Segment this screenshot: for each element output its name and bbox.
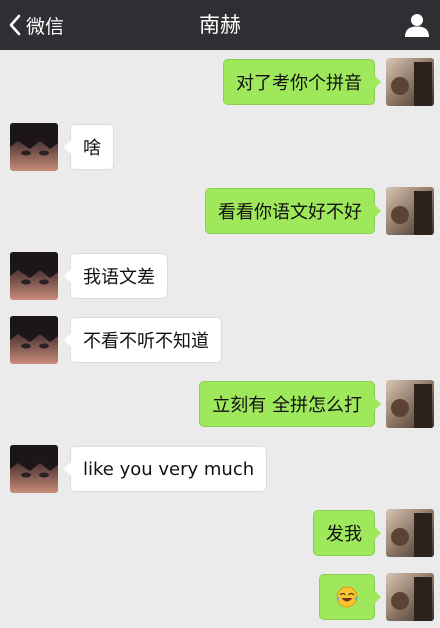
my-avatar[interactable] — [386, 380, 434, 428]
message-bubble[interactable]: 我语文差 — [64, 253, 168, 299]
user-profile-button[interactable] — [404, 12, 430, 38]
message-text: like you very much — [83, 458, 255, 480]
crying-laughing-emoji-icon — [336, 586, 358, 608]
emoji-message-bubble[interactable] — [319, 574, 381, 620]
chevron-left-icon — [9, 14, 21, 36]
message-list[interactable]: 对了考你个拼音 啥 看看你语文好不好 我语文差 不看不听不知道 立刻有 全拼怎么… — [0, 50, 440, 628]
back-button[interactable]: 微信 — [8, 0, 64, 50]
message-text: 对了考你个拼音 — [236, 73, 362, 94]
message-bubble[interactable]: 发我 — [313, 510, 381, 556]
contact-avatar[interactable] — [10, 123, 58, 171]
contact-avatar[interactable] — [10, 316, 58, 364]
contact-avatar[interactable] — [10, 252, 58, 300]
message-text: 啥 — [83, 138, 101, 159]
message-bubble[interactable]: 立刻有 全拼怎么打 — [199, 381, 381, 427]
my-avatar[interactable] — [386, 509, 434, 557]
top-bar: 微信 南赫 — [0, 0, 440, 50]
message-bubble[interactable]: 对了考你个拼音 — [223, 59, 381, 105]
back-label: 微信 — [26, 15, 65, 38]
contact-avatar[interactable] — [10, 445, 58, 493]
message-bubble[interactable]: 看看你语文好不好 — [205, 188, 381, 234]
my-avatar[interactable] — [386, 187, 434, 235]
message-bubble[interactable]: 不看不听不知道 — [64, 317, 222, 363]
message-bubble[interactable]: like you very much — [63, 446, 268, 492]
message-text: 不看不听不知道 — [83, 331, 209, 352]
person-icon — [405, 14, 429, 37]
message-text: 立刻有 全拼怎么打 — [212, 395, 362, 416]
my-avatar[interactable] — [386, 58, 434, 106]
message-text: 发我 — [326, 524, 362, 545]
my-avatar[interactable] — [386, 573, 434, 621]
message-bubble[interactable]: 啥 — [64, 124, 114, 170]
chat-title: 南赫 — [199, 13, 241, 37]
message-text: 我语文差 — [83, 267, 155, 288]
message-text: 看看你语文好不好 — [218, 202, 362, 223]
